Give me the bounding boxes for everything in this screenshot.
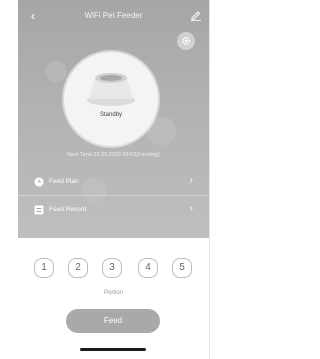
menu-item-label: Feed Record [49,206,87,213]
menu-item-label: Feed Plan [49,178,79,185]
home-indicator[interactable] [80,348,146,351]
portion-label: Portion [103,290,123,296]
menu-item-feed-plan[interactable]: Feed Plan › [18,171,209,196]
pet-bowl-icon [87,73,135,106]
gear-icon [181,36,191,46]
device-settings-button[interactable] [177,32,195,50]
portion-option-1[interactable]: 1 [34,258,54,278]
pencil-icon[interactable] [189,8,203,22]
portion-option-3[interactable]: 3 [102,258,122,278]
device-header-panel: ‹ WiFi Pet Feeder Standby Next Time:22.0… [18,0,209,238]
divider [209,0,210,359]
portion-selector: 1 2 3 4 5 [34,258,194,278]
chevron-right-icon: › [189,203,193,214]
clock-icon [34,177,44,187]
chevron-left-icon[interactable]: ‹ [26,9,40,23]
menu-item-feed-record[interactable]: Feed Record › [18,199,209,223]
portion-option-2[interactable]: 2 [68,258,88,278]
feed-button[interactable]: Feed [66,309,160,333]
portion-option-4[interactable]: 4 [138,258,158,278]
device-status-circle: Standby [64,52,158,146]
portion-option-5[interactable]: 5 [172,258,192,278]
chevron-right-icon: › [189,175,193,186]
page-title: WiFi Pet Feeder [84,11,143,20]
next-feeding-time: Next Time:22.09.2022 09:03(Feeding) [67,152,160,158]
list-icon [34,205,44,215]
device-status-text: Standby [99,112,123,118]
pet-feeder-screen: ‹ WiFi Pet Feeder Standby Next Time:22.0… [18,0,209,359]
